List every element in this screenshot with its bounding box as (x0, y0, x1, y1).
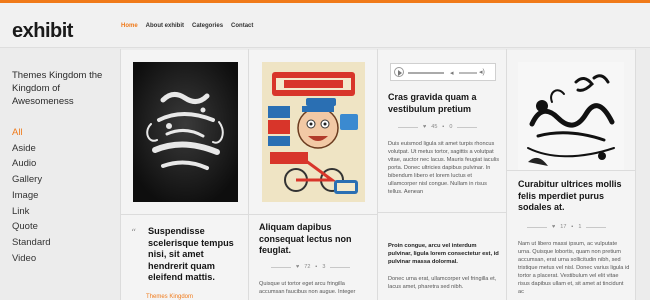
column-divider (635, 49, 636, 300)
post-excerpt: Quisque ut tortor eget arcu fringilla ac… (259, 281, 356, 295)
comment-icon[interactable]: ▪ (571, 224, 573, 230)
post-format-filter: All Aside Audio Gallery Image Link Quote… (12, 125, 51, 266)
filter-quote[interactable]: Quote (12, 219, 51, 235)
heart-icon[interactable]: ♥ (423, 124, 426, 130)
comment-count: 0 (449, 124, 453, 130)
site-tagline: Themes Kingdom the Kingdom of Awesomenes… (12, 70, 103, 107)
card-divider (507, 170, 635, 171)
card-divider (249, 214, 377, 215)
post-excerpt: Nam ut libero massi ipsum, ac vulputate … (518, 241, 630, 295)
filter-audio[interactable]: Audio (12, 156, 51, 172)
post-title[interactable]: Cras gravida quam a vestibulum pretium (388, 92, 500, 115)
filter-all[interactable]: All (12, 125, 51, 141)
comment-icon[interactable]: ▪ (442, 124, 444, 130)
main-nav: Home About exhibit Categories Contact (121, 23, 253, 29)
aside-excerpt: Donec urna erat, ullamcorper vel fringil… (388, 276, 497, 290)
sidebar: Themes Kingdom the Kingdom of Awesomenes… (0, 49, 118, 300)
mute-icon[interactable]: ◂ (450, 69, 454, 77)
filter-gallery[interactable]: Gallery (12, 172, 51, 188)
nav-about[interactable]: About exhibit (146, 23, 184, 29)
filter-video[interactable]: Video (12, 251, 51, 267)
post-title[interactable]: Curabitur ultrices mollis felis mperdiet… (518, 179, 630, 214)
volume-slider[interactable] (459, 72, 477, 74)
nav-home[interactable]: Home (121, 23, 138, 29)
post-card-monster: Aliquam dapibus consequat lectus non feu… (249, 50, 377, 300)
quote-author[interactable]: Themes Kingdom (146, 294, 193, 300)
like-count: 45 (431, 124, 438, 130)
meta-line (330, 266, 351, 268)
filter-link[interactable]: Link (12, 204, 51, 220)
post-excerpt: Duis euismod ligula sit amet turpis rhon… (388, 141, 499, 195)
post-image-type-poster[interactable] (133, 62, 238, 202)
meta-line (271, 266, 291, 268)
aside-text[interactable]: Proin congue, arcu vel interdum pulvinar… (388, 242, 500, 266)
nav-contact[interactable]: Contact (231, 23, 253, 29)
card-divider (378, 212, 506, 213)
card-divider (121, 214, 248, 215)
comment-icon[interactable]: ▪ (315, 264, 317, 270)
post-title[interactable]: Aliquam dapibus consequat lectus non feu… (259, 222, 371, 257)
heart-icon[interactable]: ♥ (552, 224, 555, 230)
post-meta: ♥ 17 ▪ 1 (527, 224, 607, 230)
header: exhibit Home About exhibit Categories Co… (0, 3, 650, 48)
post-image-monster-poster[interactable] (262, 62, 365, 202)
nav-categories[interactable]: Categories (192, 23, 223, 29)
volume-icon[interactable]: ◂) (479, 68, 485, 76)
meta-line (586, 226, 607, 228)
post-image-chapter[interactable] (518, 62, 624, 170)
site-logo[interactable]: exhibit (12, 20, 73, 43)
comment-count: 3 (322, 264, 326, 270)
heart-icon[interactable]: ♥ (296, 264, 299, 270)
play-icon[interactable] (394, 67, 404, 77)
post-meta: ♥ 72 ▪ 3 (271, 264, 351, 270)
audio-player[interactable]: ◂ ◂) (390, 63, 496, 81)
quote-icon: “ (131, 228, 137, 239)
post-card-chapter: Curabitur ultrices mollis felis mperdiet… (507, 50, 635, 300)
like-count: 72 (304, 264, 311, 270)
post-card-quote: “ Suspendisse scelerisque tempus nisi, s… (121, 50, 248, 300)
meta-line (527, 226, 547, 228)
audio-progress-bar[interactable] (408, 72, 444, 74)
filter-aside[interactable]: Aside (12, 141, 51, 157)
filter-standard[interactable]: Standard (12, 235, 51, 251)
filter-image[interactable]: Image (12, 188, 51, 204)
meta-line (398, 126, 418, 128)
like-count: 17 (560, 224, 567, 230)
comment-count: 1 (578, 224, 582, 230)
meta-line (457, 126, 478, 128)
quote-text[interactable]: Suspendisse scelerisque tempus nisi, sit… (148, 226, 244, 284)
post-meta: ♥ 45 ▪ 0 (398, 124, 478, 130)
